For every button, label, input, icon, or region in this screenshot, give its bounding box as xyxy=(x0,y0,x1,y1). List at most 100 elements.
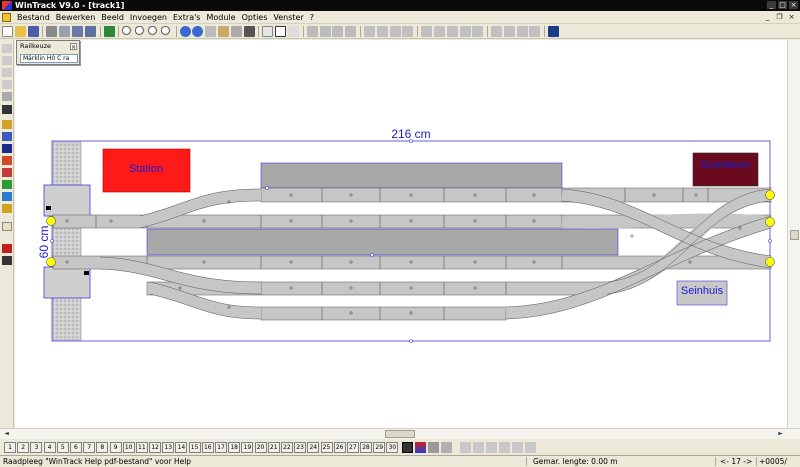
drawing-canvas[interactable]: 216 cm 60 cm Station Goederen Seinhuis xyxy=(15,40,787,428)
tool-road-icon[interactable] xyxy=(2,204,12,213)
menu-invoegen[interactable]: Invoegen xyxy=(127,11,170,24)
layer-button[interactable]: 10 xyxy=(122,441,135,453)
select-arrow-icon[interactable] xyxy=(262,26,274,37)
layer-button[interactable]: 26 xyxy=(333,441,346,453)
doc-restore-button[interactable]: ❐ xyxy=(775,13,784,21)
layer-button[interactable]: 11 xyxy=(135,441,148,453)
rotate-icon[interactable] xyxy=(363,26,375,37)
platform-middle[interactable] xyxy=(146,228,619,256)
layer-button[interactable]: 3 xyxy=(30,441,43,453)
zoom-all-icon[interactable] xyxy=(160,26,172,37)
track-curve-icon[interactable] xyxy=(319,26,331,37)
layer-button[interactable]: 30 xyxy=(386,441,399,453)
menu-help[interactable]: ? xyxy=(307,11,317,24)
panel-close-icon[interactable]: × xyxy=(70,43,77,51)
split-icon[interactable] xyxy=(459,26,471,37)
tool-switch-icon[interactable] xyxy=(2,68,12,77)
doc-minimize-button[interactable]: _ xyxy=(763,13,772,21)
menu-module[interactable]: Module xyxy=(203,11,238,24)
layer-tool-icon[interactable] xyxy=(427,441,439,453)
layer-button[interactable]: 28 xyxy=(360,441,373,453)
layer-button[interactable]: 17 xyxy=(215,441,227,453)
platform-top[interactable] xyxy=(260,162,563,189)
menu-venster[interactable]: Venster xyxy=(270,11,306,24)
zoom-out-icon[interactable] xyxy=(135,26,147,37)
export-icon[interactable] xyxy=(84,26,96,37)
document-icon[interactable] xyxy=(2,12,11,22)
layer-button[interactable]: 18 xyxy=(228,441,241,453)
align-icon[interactable] xyxy=(402,26,414,37)
info-icon[interactable] xyxy=(529,26,541,37)
disconnect-icon[interactable] xyxy=(433,26,445,37)
vertical-scrollbar[interactable] xyxy=(787,40,800,428)
layer-button[interactable]: 23 xyxy=(294,441,307,453)
gravel-strip[interactable] xyxy=(52,141,82,341)
layer-nav-first-icon[interactable] xyxy=(459,441,471,453)
minimize-button[interactable]: _ xyxy=(767,1,776,9)
doc-close-button[interactable]: × xyxy=(787,13,796,21)
layer-button[interactable]: 21 xyxy=(267,441,280,453)
tool-bridge-icon[interactable] xyxy=(2,120,12,129)
join-icon[interactable] xyxy=(446,26,458,37)
tool-straight-icon[interactable] xyxy=(2,44,12,53)
tool-double-icon[interactable] xyxy=(2,80,12,89)
new-file-icon[interactable] xyxy=(2,26,13,37)
tool-rect-icon[interactable] xyxy=(2,222,12,231)
rail-system-select[interactable]: Märklin H0 C ra xyxy=(20,54,78,63)
tool-building-icon[interactable] xyxy=(2,168,12,177)
layer-button[interactable]: 22 xyxy=(280,441,293,453)
close-button[interactable]: × xyxy=(789,1,798,9)
layer-button[interactable]: 7 xyxy=(83,441,96,453)
layer-nav-next-icon[interactable] xyxy=(485,441,497,453)
layer-button[interactable]: 9 xyxy=(109,441,122,453)
scroll-right-icon[interactable]: ► xyxy=(776,430,785,438)
open-folder-icon[interactable] xyxy=(14,26,26,37)
context-help-icon[interactable] xyxy=(548,26,560,37)
layer-button[interactable]: 5 xyxy=(56,441,69,453)
track-switch-icon[interactable] xyxy=(332,26,344,37)
print-preview-icon[interactable] xyxy=(59,26,71,37)
tool-tunnel-icon[interactable] xyxy=(2,132,12,141)
tool-delete-icon[interactable] xyxy=(2,244,12,253)
layer-nav-remove-icon[interactable] xyxy=(524,441,536,453)
layer-button[interactable]: 6 xyxy=(69,441,82,453)
measure-icon[interactable] xyxy=(472,26,484,37)
tool-text-icon[interactable] xyxy=(2,144,12,153)
layer-button[interactable]: 15 xyxy=(188,441,201,453)
layer-button[interactable]: 1 xyxy=(4,441,16,453)
tool-ramp-icon[interactable] xyxy=(2,105,12,114)
horizontal-scrollbar[interactable]: ◄ ► xyxy=(0,428,800,439)
layer-nav-last-icon[interactable] xyxy=(498,441,510,453)
layer-button[interactable]: 25 xyxy=(320,441,333,453)
layer-color-icon[interactable] xyxy=(414,441,426,453)
layer-button[interactable]: 4 xyxy=(43,441,56,453)
layer-settings-icon[interactable] xyxy=(401,441,413,453)
clipboard-icon[interactable] xyxy=(230,26,242,37)
layer-button[interactable]: 27 xyxy=(346,441,359,453)
layers-icon[interactable] xyxy=(516,26,528,37)
layer-print-icon[interactable] xyxy=(440,441,452,453)
calculator-icon[interactable] xyxy=(71,26,83,37)
layer-nav-add-icon[interactable] xyxy=(511,441,523,453)
horizontal-scroll-thumb[interactable] xyxy=(385,430,415,438)
tool-platform-icon[interactable] xyxy=(2,192,12,201)
scroll-left-icon[interactable]: ◄ xyxy=(2,430,11,438)
layer-button[interactable]: 16 xyxy=(201,441,214,453)
tool-font-icon[interactable] xyxy=(2,256,12,265)
tool-curve-icon[interactable] xyxy=(2,56,12,65)
pen-icon[interactable] xyxy=(287,26,299,37)
zoom-in-icon[interactable] xyxy=(122,26,134,37)
redo-icon[interactable] xyxy=(192,26,204,37)
menu-opties[interactable]: Opties xyxy=(239,11,271,24)
layer-button[interactable]: 24 xyxy=(307,441,320,453)
mirror-icon[interactable] xyxy=(376,26,388,37)
save-icon[interactable] xyxy=(27,26,39,37)
layer-button[interactable]: 12 xyxy=(149,441,162,453)
track-plan[interactable]: 216 cm 60 cm Station Goederen Seinhuis xyxy=(15,40,787,428)
move-icon[interactable] xyxy=(389,26,401,37)
connect-icon[interactable] xyxy=(421,26,433,37)
snap-icon[interactable] xyxy=(503,26,515,37)
select-funnel-icon[interactable] xyxy=(275,26,287,37)
layer-button[interactable]: 29 xyxy=(373,441,386,453)
train-icon[interactable] xyxy=(103,26,115,37)
